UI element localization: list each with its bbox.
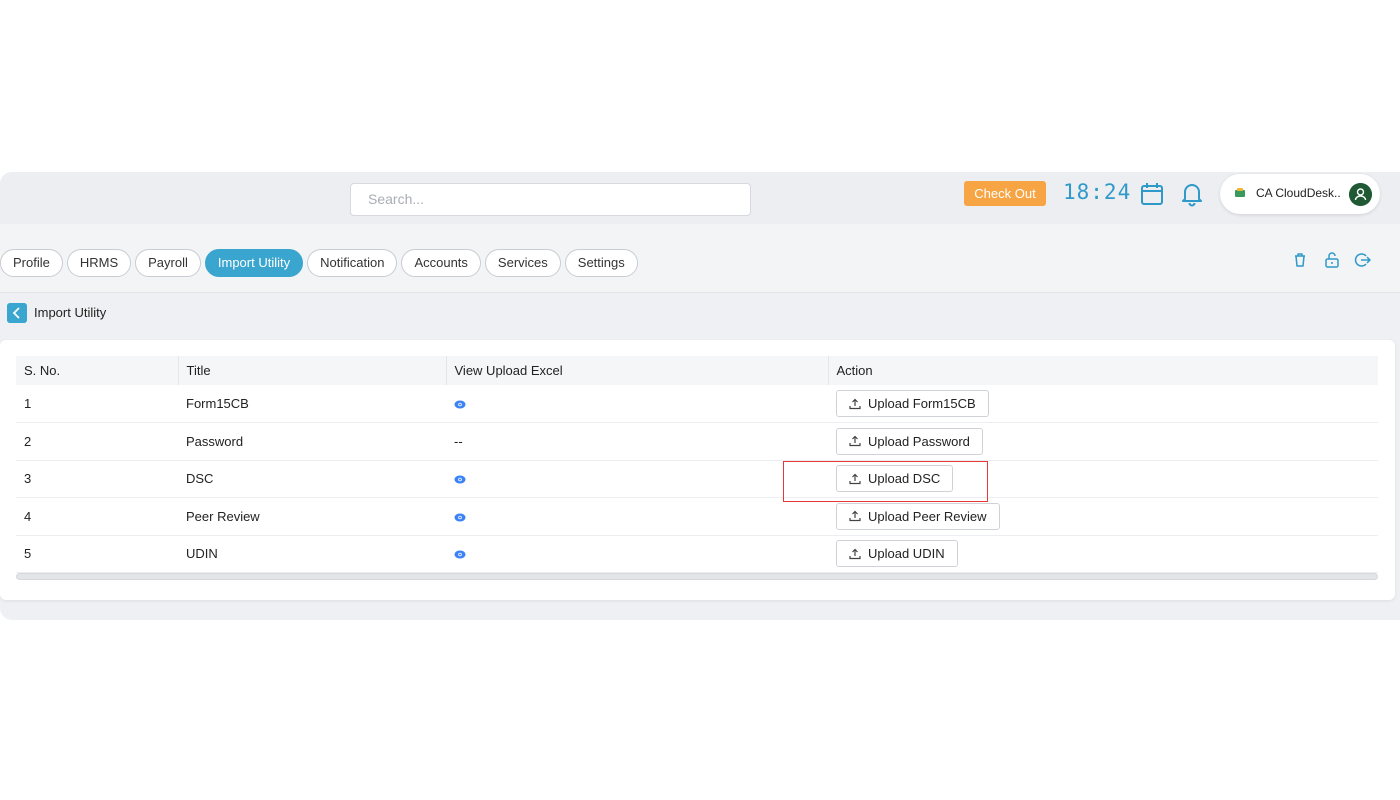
upload-button[interactable]: Upload Password xyxy=(836,427,983,455)
upload-button[interactable]: Upload UDIN xyxy=(836,540,958,568)
cell-view-upload xyxy=(446,535,828,573)
tab-import-utility[interactable]: Import Utility xyxy=(204,249,304,277)
cell-view-upload xyxy=(446,460,828,498)
upload-icon xyxy=(849,510,861,522)
table-row: 4 Peer Review Upload Peer Review xyxy=(16,498,1378,536)
table-row: 5 UDIN Upload UDIN xyxy=(16,535,1378,573)
unlock-icon[interactable] xyxy=(1323,251,1341,269)
trash-icon[interactable] xyxy=(1291,251,1309,269)
back-button[interactable] xyxy=(7,303,27,323)
tab-payroll[interactable]: Payroll xyxy=(135,249,201,277)
no-file-placeholder: -- xyxy=(454,433,463,449)
breadcrumb: Import Utility xyxy=(0,293,1400,337)
user-name: CA CloudDesk.. xyxy=(1256,186,1341,200)
search-input[interactable]: Search... xyxy=(350,183,751,216)
tab-hrms[interactable]: HRMS xyxy=(66,249,132,277)
cell-view-upload xyxy=(446,498,828,536)
column-header-sno: S. No. xyxy=(16,356,179,385)
module-tab-bar: Profile HRMS Payroll Import Utility Notifica… xyxy=(0,224,1400,293)
upload-icon xyxy=(849,398,861,409)
column-header-view: View Upload Excel xyxy=(446,356,829,385)
tab-accounts[interactable]: Accounts xyxy=(401,249,481,277)
cell-view-upload xyxy=(446,385,828,423)
table-header-row: S. No. Title View Upload Excel Action xyxy=(16,356,1378,385)
cell-action: Upload Peer Review xyxy=(828,498,1378,536)
upload-icon xyxy=(849,548,861,559)
bell-icon[interactable] xyxy=(1179,181,1205,207)
cell-sno: 4 xyxy=(24,508,32,524)
eye-icon[interactable] xyxy=(454,513,466,522)
highlight-box xyxy=(783,461,988,502)
cell-sno: 2 xyxy=(24,433,32,449)
table-row: 1 Form15CB Upload Form15CB xyxy=(16,385,1378,423)
user-menu[interactable]: CA CloudDesk.. xyxy=(1220,174,1380,214)
cell-sno: 1 xyxy=(24,396,32,411)
upload-button[interactable]: Upload Peer Review xyxy=(836,502,1000,530)
cell-sno: 3 xyxy=(24,471,32,487)
table-row: 2 Password -- Upload Password xyxy=(16,423,1378,461)
tab-settings[interactable]: Settings xyxy=(564,249,638,277)
eye-icon[interactable] xyxy=(454,550,466,559)
clock-display: 18:24 xyxy=(1063,180,1132,204)
tab-services[interactable]: Services xyxy=(484,249,561,277)
upload-button[interactable]: Upload Form15CB xyxy=(836,390,989,417)
calendar-icon[interactable] xyxy=(1139,181,1165,207)
column-header-title: Title xyxy=(178,356,447,385)
eye-icon[interactable] xyxy=(454,400,466,409)
tab-profile[interactable]: Profile xyxy=(0,249,63,277)
import-table: S. No. Title View Upload Excel Action 1 F… xyxy=(16,356,1378,573)
check-out-button[interactable]: Check Out xyxy=(964,181,1046,206)
upload-button-label: Upload Password xyxy=(868,433,970,449)
avatar-icon[interactable] xyxy=(1349,183,1372,206)
logout-icon[interactable] xyxy=(1353,251,1371,269)
column-header-action: Action xyxy=(836,363,873,378)
upload-button-label: Upload UDIN xyxy=(868,546,945,562)
upload-icon xyxy=(849,435,861,447)
horizontal-scrollbar[interactable] xyxy=(16,573,1378,580)
cell-sno: 5 xyxy=(24,546,32,562)
import-utility-card: S. No. Title View Upload Excel Action 1 F… xyxy=(0,340,1395,600)
module-tabs: Profile HRMS Payroll Import Utility Notifica… xyxy=(0,249,638,277)
cell-view-upload: -- xyxy=(446,423,828,461)
eye-icon[interactable] xyxy=(454,475,466,484)
breadcrumb-label: Import Utility xyxy=(34,305,107,320)
cell-action: Upload UDIN xyxy=(828,535,1378,573)
company-logo-icon xyxy=(1235,188,1245,197)
tab-notification[interactable]: Notification xyxy=(307,249,398,277)
cell-title: DSC xyxy=(186,471,214,487)
cell-title: Form15CB xyxy=(186,396,249,411)
cell-title: Peer Review xyxy=(186,508,260,524)
upload-button-label: Upload Peer Review xyxy=(868,508,987,524)
cell-action: Upload Password xyxy=(828,423,1378,461)
top-bar: Search... Check Out 18:24 CA CloudDesk.. xyxy=(0,172,1400,224)
upload-button-label: Upload Form15CB xyxy=(868,396,976,411)
table-row: 3 DSC Upload DSC xyxy=(16,460,1378,498)
cell-title: UDIN xyxy=(186,546,218,562)
app-window: Search... Check Out 18:24 CA CloudDesk.. xyxy=(0,172,1400,620)
cell-action: Upload Form15CB xyxy=(828,385,1378,423)
cell-title: Password xyxy=(186,433,244,449)
